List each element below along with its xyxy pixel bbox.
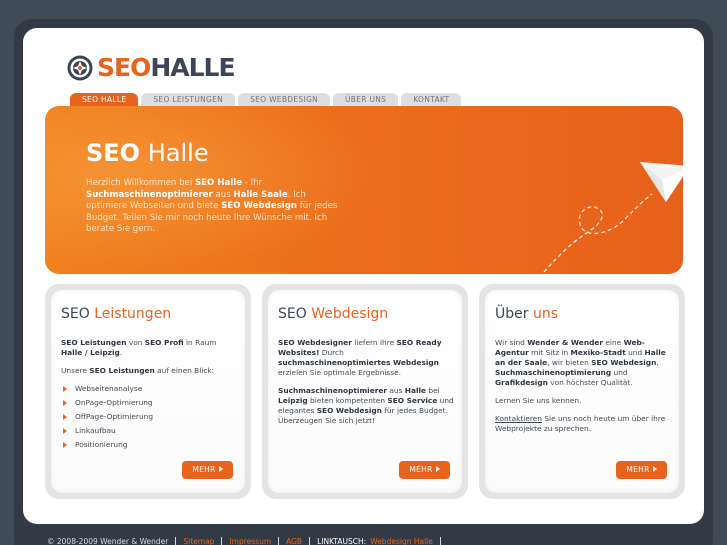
tab-seo-halle[interactable]: SEO HALLE — [70, 93, 139, 107]
box-paragraph: Suchmaschinenoptimierer aus Halle bei Le… — [278, 386, 454, 425]
site-logo[interactable]: SEOHALLE — [66, 53, 236, 82]
hero-banner: SEO Halle Herzlich Willkommen bei SEO Ha… — [45, 106, 683, 274]
box-paragraph: Wir sind Wender & Wender eine Web-Agentu… — [495, 338, 666, 387]
box-paragraph: Unsere SEO Leistungen auf einen Blick: — [61, 366, 215, 375]
services-list: Webseitenanalyse OnPage-Optimierung OffP… — [61, 384, 237, 454]
box-seo-leistungen: SEO Leistungen SEO Leistungen von SEO Pr… — [45, 284, 251, 499]
paper-plane-icon — [543, 162, 683, 273]
list-item: OnPage-Optimierung — [61, 398, 237, 412]
footer-link-agb[interactable]: AGB — [286, 537, 302, 545]
list-item: OffPage-Optimierung — [61, 412, 237, 426]
arrow-right-icon — [63, 386, 67, 392]
arrow-right-icon — [63, 428, 67, 434]
play-arrow-icon — [435, 466, 440, 472]
main-nav: SEO HALLE SEO LEISTUNGEN SEO WEBDESIGN Ü… — [70, 93, 462, 107]
box-body: SEO Webdesigner liefern ihre SEO Ready W… — [278, 338, 454, 434]
logo-halle-text: HALLE — [150, 53, 235, 82]
kontaktieren-link[interactable]: Kontaktieren — [495, 414, 542, 423]
more-button-webdesign[interactable]: MEHR — [399, 461, 450, 479]
box-seo-webdesign: SEO Webdesign SEO Webdesigner liefern ih… — [262, 284, 468, 499]
footer-link-impressum[interactable]: Impressum — [229, 537, 271, 545]
footer-link-sitemap[interactable]: Sitemap — [183, 537, 214, 545]
tab-seo-webdesign[interactable]: SEO WEBDESIGN — [238, 93, 330, 107]
box-title: SEO Webdesign — [278, 306, 389, 322]
arrow-right-icon — [63, 400, 67, 406]
arrow-right-icon — [63, 414, 67, 420]
logo-seo-text: SEO — [97, 53, 151, 82]
box-paragraph: Kontaktieren Sie uns noch heute um über … — [495, 414, 666, 433]
list-item: Webseitenanalyse — [61, 384, 237, 398]
tab-kontakt[interactable]: KONTAKT — [401, 93, 462, 107]
footer: © 2008-2009 Wender & Wender Sitemap Impr… — [47, 535, 448, 545]
box-paragraph: SEO Leistungen von SEO Profi in Raum Hal… — [61, 338, 217, 357]
box-title: Über uns — [495, 306, 559, 322]
footer-link-webdesign-halle[interactable]: Webdesign Halle — [370, 537, 433, 545]
box-ueber-uns: Über uns Wir sind Wender & Wender eine W… — [479, 284, 685, 499]
copyright: © 2008-2009 Wender & Wender — [47, 536, 169, 545]
more-button-leistungen[interactable]: MEHR — [182, 461, 233, 479]
list-item: Linkaufbau — [61, 426, 237, 440]
hero-title-light: Halle — [147, 139, 209, 167]
play-arrow-icon — [218, 466, 223, 472]
box-body: SEO Leistungen von SEO Profi in Raum Hal… — [61, 338, 237, 454]
logo-ball-icon — [67, 55, 93, 81]
play-arrow-icon — [652, 466, 657, 472]
arrow-right-icon — [63, 442, 67, 448]
list-item: Positionierung — [61, 440, 237, 454]
box-body: Wir sind Wender & Wender eine Web-Agentu… — [495, 338, 671, 442]
more-button-ueber-uns[interactable]: MEHR — [616, 461, 667, 479]
hero-title: SEO Halle — [86, 138, 209, 168]
tab-ueber-uns[interactable]: ÜBER UNS — [332, 93, 399, 107]
tab-seo-leistungen[interactable]: SEO LEISTUNGEN — [141, 93, 236, 107]
box-title: SEO Leistungen — [61, 306, 172, 322]
linktausch-label: LINKTAUSCH: — [317, 536, 367, 545]
hero-intro-text: Herzlich Willkommen bei SEO Halle - Ihr … — [86, 178, 338, 234]
box-paragraph: SEO Webdesigner liefern ihre SEO Ready W… — [278, 338, 442, 377]
hero-title-bold: SEO — [86, 139, 141, 167]
box-paragraph: Lernen Sie uns kennen. — [495, 396, 582, 405]
